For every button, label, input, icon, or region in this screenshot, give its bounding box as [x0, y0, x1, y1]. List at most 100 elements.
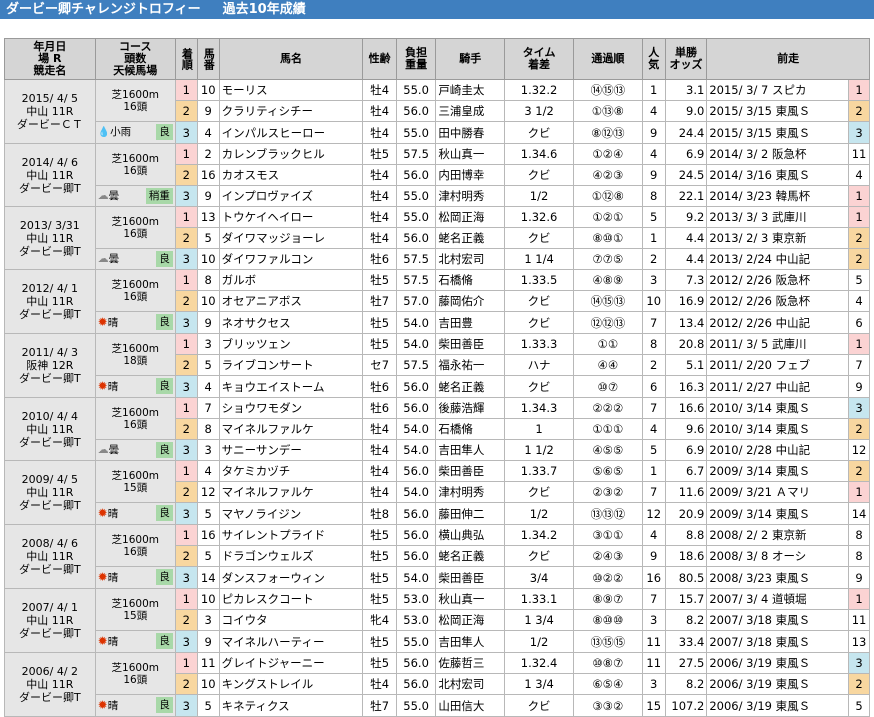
jockey-link[interactable]: 後藤浩輝	[435, 397, 506, 419]
horse-name-link[interactable]: クラリティシチー	[218, 100, 364, 122]
previous-race-link[interactable]: 2012/ 2/26 阪急杯	[706, 269, 850, 291]
jockey-link[interactable]: 蛯名正義	[435, 375, 506, 398]
previous-race-link[interactable]: 2008/ 2/ 2 東京新	[706, 524, 850, 546]
previous-race-link[interactable]: 2006/ 3/19 東風Ｓ	[706, 673, 850, 695]
race-name-link[interactable]: ダービー卿T	[19, 691, 81, 704]
horse-name-link[interactable]: カレンブラックヒル	[218, 143, 364, 165]
horse-name-link[interactable]: ガルボ	[218, 269, 364, 291]
previous-race-link[interactable]: 2006/ 3/19 東風Ｓ	[706, 652, 850, 674]
jockey-link[interactable]: 田中勝春	[435, 121, 506, 144]
jockey-link[interactable]: 石橋脩	[435, 418, 506, 440]
horse-name-link[interactable]: マヤノライジン	[218, 502, 364, 525]
horse-name-link[interactable]: インプロヴァイズ	[218, 185, 364, 207]
horse-name-link[interactable]: キングストレイル	[218, 673, 364, 695]
jockey-link[interactable]: 北村宏司	[435, 248, 506, 270]
horse-name-link[interactable]: ドラゴンウェルズ	[218, 545, 364, 567]
horse-name-link[interactable]: ダイワマッジョーレ	[218, 227, 364, 249]
previous-race-link[interactable]: 2013/ 3/ 3 武庫川	[706, 206, 850, 228]
horse-name-link[interactable]: サイレントプライド	[218, 524, 364, 546]
previous-race-link[interactable]: 2011/ 3/ 5 武庫川	[706, 333, 850, 355]
horse-name-link[interactable]: ライブコンサート	[218, 354, 364, 376]
jockey-link[interactable]: 津村明秀	[435, 481, 506, 503]
previous-race-link[interactable]: 2015/ 3/ 7 スピカ	[706, 79, 850, 101]
previous-race-link[interactable]: 2014/ 3/16 東風Ｓ	[706, 164, 850, 186]
previous-race-link[interactable]: 2013/ 2/24 中山記	[706, 248, 850, 270]
horse-name-link[interactable]: マイネルファルケ	[218, 418, 364, 440]
race-name-link[interactable]: ダービー卿T	[19, 182, 81, 195]
horse-name-link[interactable]: マイネルファルケ	[218, 481, 364, 503]
jockey-link[interactable]: 山田信大	[435, 694, 506, 717]
previous-race-link[interactable]: 2012/ 2/26 阪急杯	[706, 290, 850, 312]
jockey-link[interactable]: 柴田善臣	[435, 460, 506, 482]
jockey-link[interactable]: 吉田隼人	[435, 439, 506, 461]
horse-name-link[interactable]: ダンスフォーウィン	[218, 566, 364, 589]
horse-name-link[interactable]: カオスモス	[218, 164, 364, 186]
jockey-link[interactable]: 戸崎圭太	[435, 79, 506, 101]
jockey-link[interactable]: 福永祐一	[435, 354, 506, 376]
horse-name-link[interactable]: タケミカヅチ	[218, 460, 364, 482]
jockey-link[interactable]: 横山典弘	[435, 524, 506, 546]
jockey-link[interactable]: 内田博幸	[435, 164, 506, 186]
previous-race-link[interactable]: 2015/ 3/15 東風Ｓ	[706, 121, 850, 144]
race-name-link[interactable]: ダービー卿T	[19, 245, 81, 258]
jockey-link[interactable]: 佐藤哲三	[435, 652, 506, 674]
previous-race-link[interactable]: 2009/ 3/21 Ａマリ	[706, 481, 850, 503]
race-name-link[interactable]: ダービー卿T	[19, 563, 81, 576]
previous-race-link[interactable]: 2011/ 2/20 フェブ	[706, 354, 850, 376]
previous-race-link[interactable]: 2007/ 3/ 4 道頓堀	[706, 588, 850, 610]
previous-race-link[interactable]: 2014/ 3/ 2 阪急杯	[706, 143, 850, 165]
previous-race-link[interactable]: 2010/ 3/14 東風Ｓ	[706, 397, 850, 419]
jockey-link[interactable]: 藤岡佑介	[435, 290, 506, 312]
jockey-link[interactable]: 柴田善臣	[435, 333, 506, 355]
jockey-link[interactable]: 柴田善臣	[435, 566, 506, 589]
jockey-link[interactable]: 秋山真一	[435, 143, 506, 165]
jockey-link[interactable]: 蛯名正義	[435, 227, 506, 249]
previous-race-link[interactable]: 2010/ 3/14 東風Ｓ	[706, 418, 850, 440]
horse-name-link[interactable]: ネオサクセス	[218, 311, 364, 334]
horse-name-link[interactable]: トウケイヘイロー	[218, 206, 364, 228]
previous-race-link[interactable]: 2007/ 3/18 東風Ｓ	[706, 609, 850, 631]
previous-race-link[interactable]: 2009/ 3/14 東風Ｓ	[706, 460, 850, 482]
horse-name-link[interactable]: キネティクス	[218, 694, 364, 717]
previous-race-link[interactable]: 2007/ 3/18 東風Ｓ	[706, 630, 850, 653]
previous-race-link[interactable]: 2010/ 2/28 中山記	[706, 439, 850, 461]
jockey-link[interactable]: 吉田豊	[435, 311, 506, 334]
race-name-link[interactable]: ダービー卿T	[19, 372, 81, 385]
jockey-link[interactable]: 北村宏司	[435, 673, 506, 695]
previous-race-link[interactable]: 2008/ 3/23 東風Ｓ	[706, 566, 850, 589]
previous-race-link[interactable]: 2015/ 3/15 東風Ｓ	[706, 100, 850, 122]
previous-race-link[interactable]: 2011/ 2/27 中山記	[706, 375, 850, 398]
race-name-link[interactable]: ダービー卿T	[19, 436, 81, 449]
jockey-link[interactable]: 蛯名正義	[435, 545, 506, 567]
race-name-link[interactable]: ダービー卿T	[19, 627, 81, 640]
previous-race-link[interactable]: 2008/ 3/ 8 オーシ	[706, 545, 850, 567]
previous-race-link[interactable]: 2009/ 3/14 東風Ｓ	[706, 502, 850, 525]
jockey-link[interactable]: 三浦皇成	[435, 100, 506, 122]
horse-name-link[interactable]: ブリッツェン	[218, 333, 364, 355]
previous-race-link[interactable]: 2006/ 3/19 東風Ｓ	[706, 694, 850, 717]
jockey-link[interactable]: 松岡正海	[435, 206, 506, 228]
horse-name-link[interactable]: マイネルハーティー	[218, 630, 364, 653]
previous-race-link[interactable]: 2013/ 2/ 3 東京新	[706, 227, 850, 249]
previous-race-link[interactable]: 2014/ 3/23 韓馬杯	[706, 185, 850, 207]
horse-name-link[interactable]: オセアニアボス	[218, 290, 364, 312]
jockey-link[interactable]: 石橋脩	[435, 269, 506, 291]
race-name-link[interactable]: ダービー卿T	[19, 308, 81, 321]
jockey-link[interactable]: 秋山真一	[435, 588, 506, 610]
race-name-link[interactable]: ダービーＣＴ	[17, 118, 83, 131]
race-name-link[interactable]: ダービー卿T	[19, 499, 81, 512]
horse-name-link[interactable]: インパルスヒーロー	[218, 121, 364, 144]
horse-name-link[interactable]: キョウエイストーム	[218, 375, 364, 398]
jockey-link[interactable]: 松岡正海	[435, 609, 506, 631]
jockey-link[interactable]: 藤田伸二	[435, 502, 506, 525]
horse-name-link[interactable]: ピカレスクコート	[218, 588, 364, 610]
horse-name-link[interactable]: モーリス	[218, 79, 364, 101]
horse-name-link[interactable]: グレイトジャーニー	[218, 652, 364, 674]
horse-name-link[interactable]: コイウタ	[218, 609, 364, 631]
horse-name-link[interactable]: サニーサンデー	[218, 439, 364, 461]
horse-name-link[interactable]: ダイワファルコン	[218, 248, 364, 270]
horse-name-link[interactable]: ショウワモダン	[218, 397, 364, 419]
previous-race-link[interactable]: 2012/ 2/26 中山記	[706, 311, 850, 334]
jockey-link[interactable]: 津村明秀	[435, 185, 506, 207]
jockey-link[interactable]: 吉田隼人	[435, 630, 506, 653]
